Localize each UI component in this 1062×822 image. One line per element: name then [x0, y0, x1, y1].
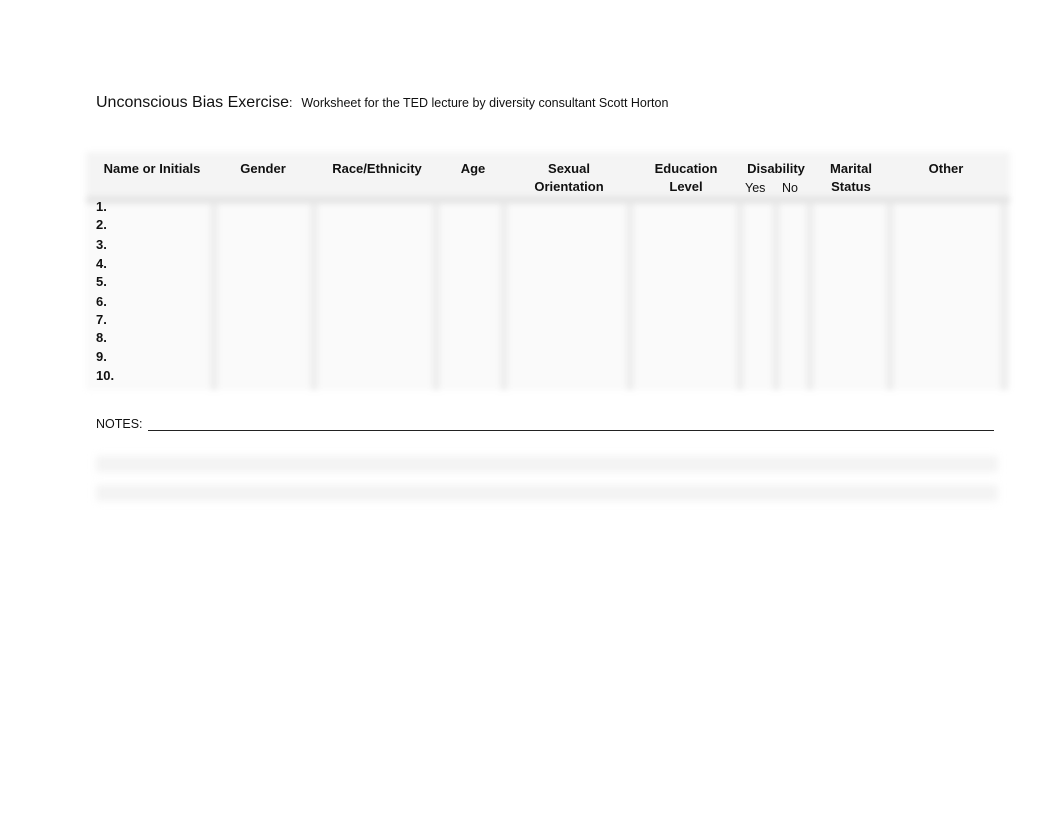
notes-blurred-line: [96, 456, 998, 472]
column-divider: [806, 204, 814, 390]
notes-label: NOTES:: [96, 417, 143, 431]
disability-no-label: No: [782, 181, 798, 195]
table-row: 9.: [96, 349, 107, 364]
table-row: 5.: [96, 274, 107, 289]
table-row: 6.: [96, 294, 107, 309]
table-row: 1.: [96, 199, 107, 214]
column-header-marital-status: Marital Status: [830, 161, 872, 194]
column-divider: [432, 204, 440, 390]
column-header-disability: Disability: [747, 161, 805, 176]
column-divider: [500, 204, 508, 390]
column-divider: [736, 204, 744, 390]
column-header-race-ethnicity: Race/Ethnicity: [332, 161, 422, 176]
notes-input-line[interactable]: [148, 430, 994, 431]
column-header-other: Other: [928, 161, 964, 176]
header-divider: [86, 196, 1010, 204]
column-divider: [886, 204, 894, 390]
table-row: 10.: [96, 368, 115, 383]
table-row: 4.: [96, 256, 107, 271]
disability-yes-label: Yes: [745, 181, 766, 195]
table-row: 2.: [96, 217, 107, 232]
column-header-education-level: Education Level: [654, 161, 718, 194]
worksheet-title: Unconscious Bias Exercise: Worksheet for…: [96, 94, 668, 112]
column-divider: [772, 204, 780, 390]
column-divider: [210, 204, 218, 390]
table-row: 3.: [96, 237, 107, 252]
title-colon: :: [288, 96, 293, 110]
table-row: 8.: [96, 330, 107, 345]
column-divider: [310, 204, 318, 390]
title-subtitle: Worksheet for the TED lecture by diversi…: [301, 96, 669, 110]
column-divider: [626, 204, 634, 390]
column-header-age: Age: [460, 161, 486, 176]
column-divider: [1000, 204, 1008, 390]
title-main: Unconscious Bias Exercise: [96, 94, 289, 111]
notes-blurred-line: [96, 485, 998, 501]
table-row: 7.: [96, 312, 107, 327]
table-body-band: [86, 204, 1010, 390]
column-header-gender: Gender: [240, 161, 286, 176]
column-header-name: Name or Initials: [103, 161, 201, 176]
column-header-sexual-orientation: Sexual Orientation: [534, 161, 604, 194]
